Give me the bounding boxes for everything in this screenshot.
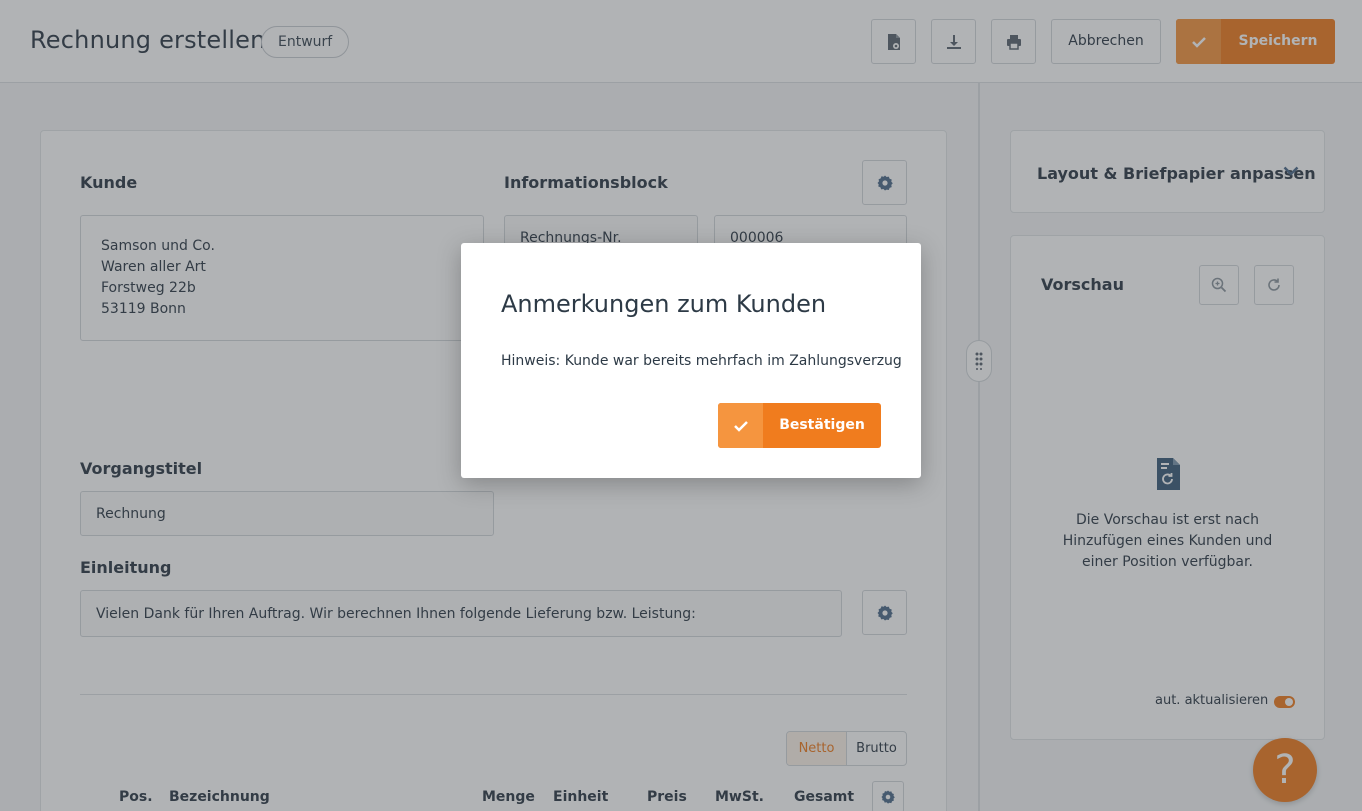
confirm-button[interactable]: Bestätigen [718, 403, 881, 448]
dialog-title: Anmerkungen zum Kunden [501, 290, 827, 318]
dialog-message: Hinweis: Kunde war bereits mehrfach im Z… [501, 353, 902, 369]
customer-notes-dialog: Anmerkungen zum Kunden Hinweis: Kunde wa… [461, 243, 921, 478]
check-icon [718, 403, 763, 448]
confirm-button-label: Bestätigen [779, 417, 865, 433]
